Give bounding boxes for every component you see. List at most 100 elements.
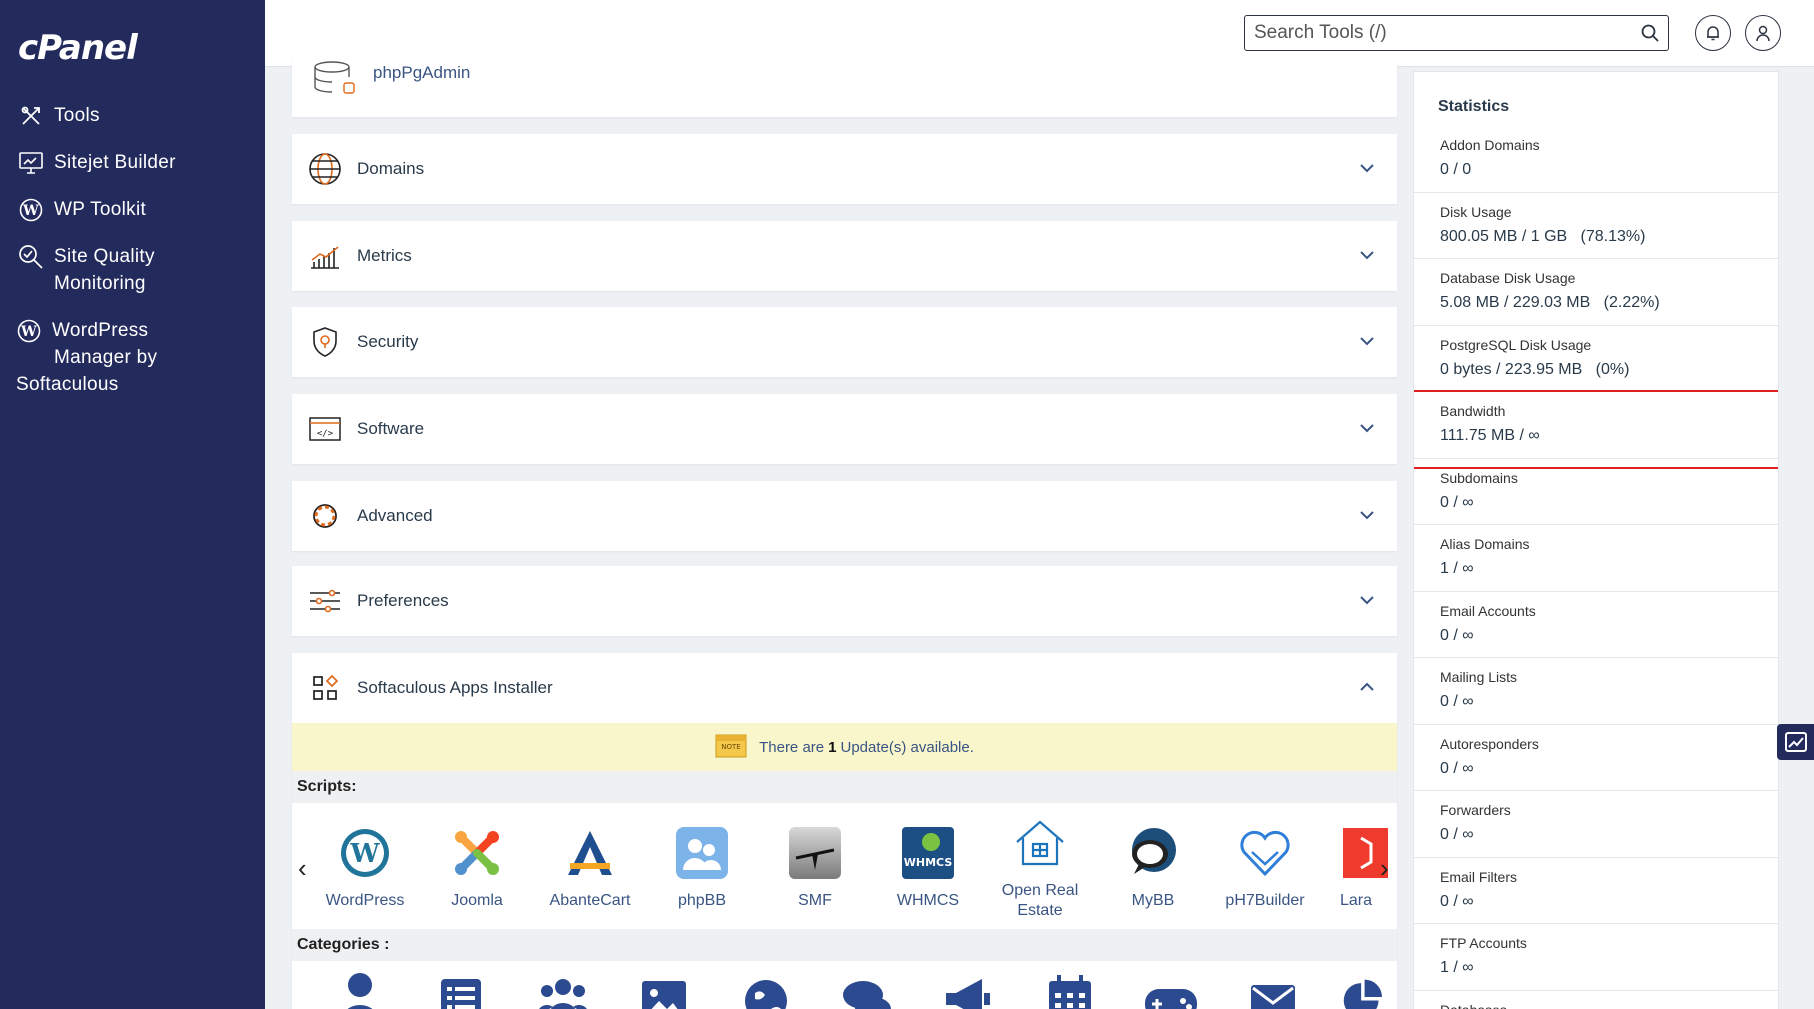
note-icon: NOTE: [715, 732, 747, 762]
notice-count: 1: [828, 738, 837, 756]
sidebar: cPanel Tools Sitejet Builder W WP Toolki…: [0, 0, 265, 1009]
chevron-down-icon[interactable]: [1359, 333, 1375, 351]
search-input[interactable]: [1245, 16, 1625, 49]
svg-text:NOTE: NOTE: [721, 743, 740, 751]
stat-value: 1 / ∞: [1440, 560, 1474, 577]
group-advanced[interactable]: Advanced: [292, 481, 1397, 551]
trend-chart-icon: [1784, 732, 1807, 752]
category-user-icon[interactable]: [332, 971, 388, 1009]
app-smf[interactable]: SMF: [765, 825, 865, 911]
softaculous-header[interactable]: Softaculous Apps Installer: [292, 653, 1397, 723]
stat-label: PostgreSQL Disk Usage: [1440, 336, 1592, 353]
bell-icon: [1707, 26, 1719, 41]
stat-label: Databases: [1440, 1001, 1778, 1009]
scripts-label: Scripts:: [292, 771, 1397, 803]
group-software[interactable]: </> Software: [292, 394, 1397, 464]
category-list-icon[interactable]: [433, 971, 489, 1009]
app-phpbb[interactable]: phpBB: [652, 825, 752, 911]
chevron-up-icon[interactable]: [1359, 679, 1375, 697]
sidebar-item-sitejet[interactable]: Sitejet Builder: [18, 149, 258, 176]
sidebar-item-label: WordPress: [52, 320, 149, 341]
stat-email-filters: Email Filters 0 / ∞: [1414, 858, 1778, 924]
notice-text: There are: [759, 738, 825, 756]
category-gamepad-icon[interactable]: [1143, 971, 1199, 1009]
category-chat-icon[interactable]: [839, 971, 895, 1009]
stat-label: Email Accounts: [1440, 602, 1536, 619]
whmcs-logo-icon: WHMCS: [900, 825, 956, 881]
chevron-down-icon[interactable]: [1359, 592, 1375, 610]
group-domains[interactable]: Domains: [292, 134, 1397, 204]
app-name: AbanteCart: [549, 892, 631, 909]
stat-value: 0 / ∞: [1440, 693, 1474, 710]
stat-databases: Databases: [1414, 991, 1778, 1009]
group-metrics[interactable]: Metrics: [292, 221, 1397, 291]
sidebar-item-wp-toolkit[interactable]: W WP Toolkit: [18, 196, 258, 223]
carousel-prev-arrow[interactable]: ‹: [298, 853, 307, 884]
category-globe-icon[interactable]: [738, 971, 794, 1009]
svg-text:</>: </>: [317, 429, 334, 439]
sidebar-nav: Tools Sitejet Builder W WP Toolkit Site …: [16, 102, 258, 418]
apps-grid-icon: [308, 671, 342, 705]
stat-value: 0 / ∞: [1440, 759, 1474, 777]
category-pie-chart-icon[interactable]: [1342, 971, 1382, 1009]
cpanel-logo[interactable]: cPanel: [18, 28, 138, 68]
stat-label: Disk Usage: [1440, 203, 1512, 220]
group-security[interactable]: Security: [292, 307, 1397, 377]
app-mybb[interactable]: MyBB: [1103, 825, 1203, 911]
stat-value: 0 bytes / 223.95 MB (0%): [1440, 360, 1630, 378]
app-ph7builder[interactable]: pH7Builder: [1215, 825, 1315, 911]
stat-value: 0 / ∞: [1440, 892, 1474, 910]
group-softaculous: Softaculous Apps Installer NOTE There ar…: [292, 653, 1397, 1009]
house-icon: [1012, 815, 1068, 871]
notifications-button[interactable]: [1695, 15, 1731, 51]
app-open-real-estate[interactable]: Open Real Estate: [990, 815, 1090, 921]
chevron-down-icon[interactable]: [1359, 420, 1375, 438]
user-button[interactable]: [1745, 15, 1781, 51]
category-image-icon[interactable]: [636, 971, 692, 1009]
phppgadmin-link[interactable]: phpPgAdmin: [373, 63, 470, 83]
sidebar-item-label: Tools: [54, 105, 100, 126]
sidebar-item-label: Sitejet Builder: [54, 152, 176, 173]
svg-text:W: W: [20, 324, 37, 340]
chevron-down-icon[interactable]: [1359, 507, 1375, 525]
app-abantecart[interactable]: AbanteCart: [540, 825, 640, 911]
statistics-panel: Statistics Addon Domains 0 / 0 Disk Usage…: [1413, 71, 1779, 1009]
search-icon[interactable]: [1640, 23, 1660, 48]
stat-forwarders: Forwarders 0 / ∞: [1414, 791, 1778, 858]
scripts-carousel: ‹ W WordPress Joomla AbanteCart phpBB SM…: [292, 803, 1397, 929]
app-joomla[interactable]: Joomla: [427, 825, 527, 911]
chevron-down-icon[interactable]: [1359, 247, 1375, 265]
svg-text:W: W: [349, 839, 380, 869]
sidebar-item-tools[interactable]: Tools: [18, 102, 258, 129]
carousel-next-arrow[interactable]: ›: [1380, 853, 1389, 884]
stat-subdomains: Subdomains 0 / ∞: [1414, 459, 1778, 525]
stat-label: Bandwidth: [1440, 403, 1506, 419]
group-title: Software: [357, 419, 425, 438]
sidebar-item-wordpress-manager[interactable]: W WordPress Manager by Softaculous: [16, 317, 258, 398]
app-name: SMF: [798, 892, 832, 909]
stat-value: 0 / ∞: [1440, 826, 1474, 843]
updates-link[interactable]: Update(s) available.: [840, 739, 973, 756]
stat-value: 5.08 MB / 229.03 MB (2.22%): [1440, 294, 1660, 311]
chevron-down-icon[interactable]: [1359, 160, 1375, 178]
group-preferences[interactable]: Preferences: [292, 566, 1397, 636]
app-laravel[interactable]: Lara: [1328, 825, 1388, 911]
category-calendar-icon[interactable]: [1042, 971, 1098, 1009]
stat-label: FTP Accounts: [1440, 935, 1527, 951]
stats-toggle-button[interactable]: [1777, 724, 1814, 760]
app-name: WHMCS: [896, 892, 960, 909]
stat-autoresponders: Autoresponders 0 / ∞: [1414, 725, 1778, 791]
stat-mailing-lists: Mailing Lists 0 / ∞: [1414, 658, 1778, 725]
app-whmcs[interactable]: WHMCS WHMCS: [878, 825, 978, 911]
stat-label: Subdomains: [1440, 469, 1518, 486]
code-icon: </>: [308, 412, 342, 446]
category-community-icon[interactable]: [535, 971, 591, 1009]
stat-ftp-accounts: FTP Accounts 1 / ∞: [1414, 924, 1778, 991]
app-wordpress[interactable]: W WordPress: [315, 825, 415, 911]
sidebar-item-site-quality[interactable]: Site Quality Monitoring: [18, 243, 258, 297]
category-mail-icon[interactable]: [1245, 971, 1301, 1009]
joomla-logo-icon: [449, 825, 505, 881]
category-megaphone-icon[interactable]: [940, 971, 996, 1009]
app-name: pH7Builder: [1225, 892, 1305, 909]
sidebar-item-label-line: Manager by: [54, 347, 158, 368]
